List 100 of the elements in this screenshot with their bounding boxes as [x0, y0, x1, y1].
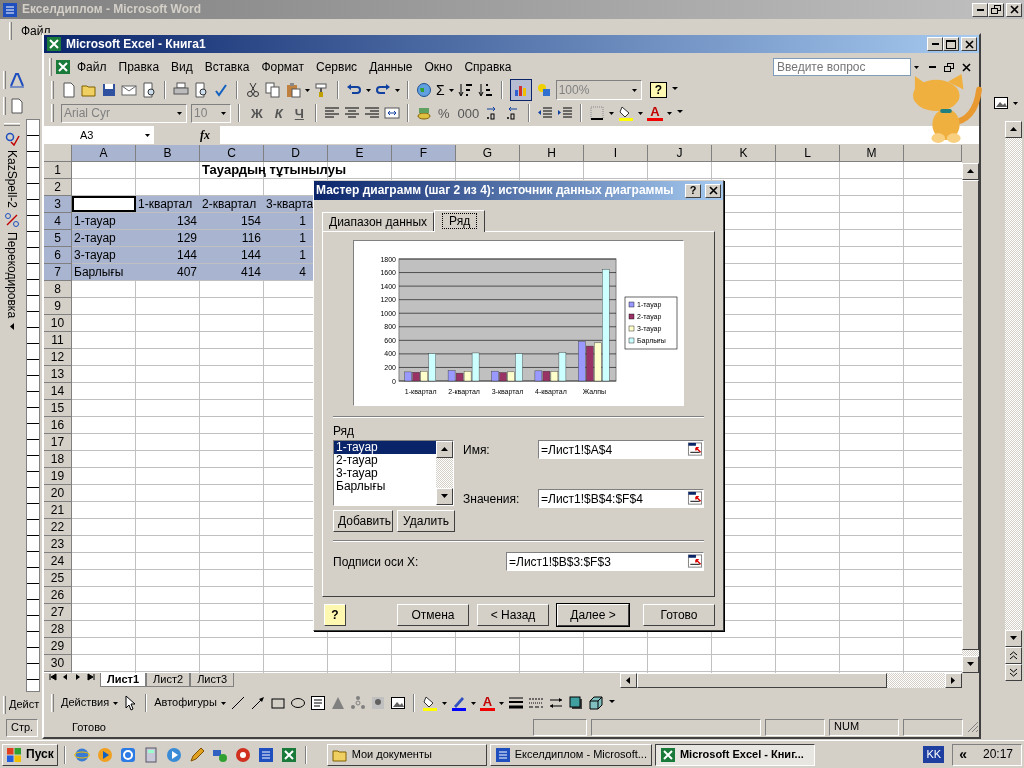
caret-icon[interactable]: [145, 133, 150, 137]
underline-button[interactable]: Ч: [290, 105, 308, 122]
copy-icon[interactable]: [265, 82, 281, 99]
language-indicator[interactable]: KK: [923, 745, 945, 764]
row-header[interactable]: 22: [44, 519, 72, 537]
column-header[interactable]: I: [584, 145, 648, 163]
minimize-button[interactable]: [972, 2, 988, 17]
menu-item[interactable]: Сервис: [310, 58, 364, 76]
row-header[interactable]: 15: [44, 400, 72, 418]
menu-button[interactable]: Дейст: [9, 698, 40, 712]
last-sheet-icon[interactable]: [87, 673, 96, 683]
caret-icon[interactable]: [221, 111, 226, 115]
scroll-down-button[interactable]: [1005, 630, 1022, 647]
table-cell[interactable]: 144: [136, 247, 200, 264]
row-header[interactable]: 9: [44, 298, 72, 316]
dialog-button[interactable]: Готово: [643, 604, 715, 626]
sheet-tab[interactable]: Лист1: [100, 673, 147, 688]
table-cell[interactable]: Барлығы: [72, 264, 136, 281]
scroll-up-button[interactable]: [962, 163, 979, 181]
collapse-dialog-icon[interactable]: [687, 491, 703, 507]
caret-icon[interactable]: [113, 701, 119, 705]
scroll-down-button[interactable]: [962, 656, 979, 674]
image-icon[interactable]: [389, 695, 406, 712]
spell-check-icon[interactable]: [213, 82, 229, 99]
table-cell[interactable]: 407: [136, 264, 200, 281]
sort-icon[interactable]: [457, 82, 474, 99]
caret-icon[interactable]: [441, 701, 447, 705]
sheet-tab[interactable]: Лист3: [190, 673, 235, 688]
media-icon[interactable]: [96, 746, 113, 763]
3d-icon[interactable]: [588, 695, 605, 712]
column-header[interactable]: M: [840, 145, 904, 163]
question-field[interactable]: Введите вопрос: [773, 58, 911, 76]
help-button[interactable]: ?: [685, 183, 701, 198]
toolbar-button[interactable]: KazSpell-2: [4, 150, 20, 209]
list-item[interactable]: 1-тауар: [334, 441, 436, 455]
row-header[interactable]: 20: [44, 485, 72, 503]
scroll-down-button[interactable]: [436, 488, 453, 506]
menu-item[interactable]: Вставка: [198, 58, 256, 76]
series-list[interactable]: 1-тауар 2-тауар 3-тауар Барлығы: [333, 440, 454, 507]
table-cell[interactable]: 2-тауар: [72, 230, 136, 247]
preview-icon[interactable]: [141, 82, 157, 99]
resize-grip-icon[interactable]: [967, 721, 979, 734]
tab[interactable]: Ряд: [434, 209, 486, 232]
reference-field[interactable]: =Лист1!$A$4: [538, 440, 704, 460]
borders-icon[interactable]: [589, 105, 606, 122]
envelope-icon[interactable]: [121, 82, 137, 99]
scroll-up-button[interactable]: [436, 441, 453, 459]
scroll-left-button[interactable]: [620, 673, 637, 689]
remove-button[interactable]: Удалить: [397, 510, 455, 533]
row-header[interactable]: 12: [44, 349, 72, 367]
table-cell[interactable]: 134: [136, 213, 200, 230]
refresh-icon[interactable]: [119, 746, 136, 763]
clipboard-icon[interactable]: [285, 82, 301, 99]
fill-color-icon[interactable]: [421, 695, 438, 712]
row-header[interactable]: 13: [44, 366, 72, 384]
column-header[interactable]: K: [712, 145, 776, 163]
row-header[interactable]: 23: [44, 536, 72, 554]
caret-icon[interactable]: [1013, 101, 1018, 105]
column-header[interactable]: C: [200, 145, 264, 163]
percent-button[interactable]: %: [435, 105, 452, 122]
column-header[interactable]: F: [392, 145, 456, 163]
toolbar-button[interactable]: Перекодировка: [4, 232, 20, 319]
scrollbar[interactable]: [620, 673, 962, 689]
merge-cells-icon[interactable]: [383, 105, 400, 122]
formula-field[interactable]: [220, 126, 979, 145]
name-box[interactable]: A3: [44, 126, 154, 145]
scrollbar[interactable]: [436, 441, 453, 506]
document-icon[interactable]: [257, 746, 274, 763]
list-item[interactable]: 2-тауар: [334, 454, 436, 468]
rectangle-icon[interactable]: [269, 695, 286, 712]
row-header[interactable]: 24: [44, 553, 72, 571]
row-header[interactable]: 28: [44, 621, 72, 639]
select-all-button[interactable]: [44, 145, 72, 163]
taskbar-button[interactable]: Microsoft Excel - Книг...: [654, 743, 815, 766]
row-header[interactable]: 29: [44, 638, 72, 656]
taskbar-button[interactable]: Мои документы: [326, 743, 487, 766]
row-header[interactable]: 25: [44, 570, 72, 588]
menu-button[interactable]: Действия: [61, 696, 110, 710]
spell-check-icon[interactable]: [4, 130, 20, 146]
caret-icon[interactable]: [448, 88, 454, 92]
table-cell[interactable]: 1-квартал: [136, 196, 200, 213]
caret-icon[interactable]: [609, 111, 615, 115]
new-document-icon[interactable]: [61, 82, 77, 99]
table-cell[interactable]: 144: [200, 247, 264, 264]
play-icon[interactable]: [165, 746, 182, 763]
shadow-icon[interactable]: [568, 695, 585, 712]
close-button[interactable]: [961, 37, 977, 52]
list-item[interactable]: Барлығы: [334, 480, 436, 494]
row-header[interactable]: 21: [44, 502, 72, 520]
menu-item[interactable]: Правка: [112, 58, 166, 76]
row-header[interactable]: 18: [44, 451, 72, 469]
new-document-icon[interactable]: [9, 98, 25, 114]
sum-button[interactable]: Σ: [436, 81, 445, 99]
line-color-icon[interactable]: [450, 695, 467, 712]
row-header[interactable]: 30: [44, 655, 72, 673]
table-cell[interactable]: 3-тауар: [72, 247, 136, 264]
table-cell[interactable]: 116: [200, 230, 264, 247]
tab[interactable]: Диапазон данных: [322, 211, 435, 231]
close-button[interactable]: [705, 183, 721, 198]
line-style-icon[interactable]: [508, 695, 525, 712]
